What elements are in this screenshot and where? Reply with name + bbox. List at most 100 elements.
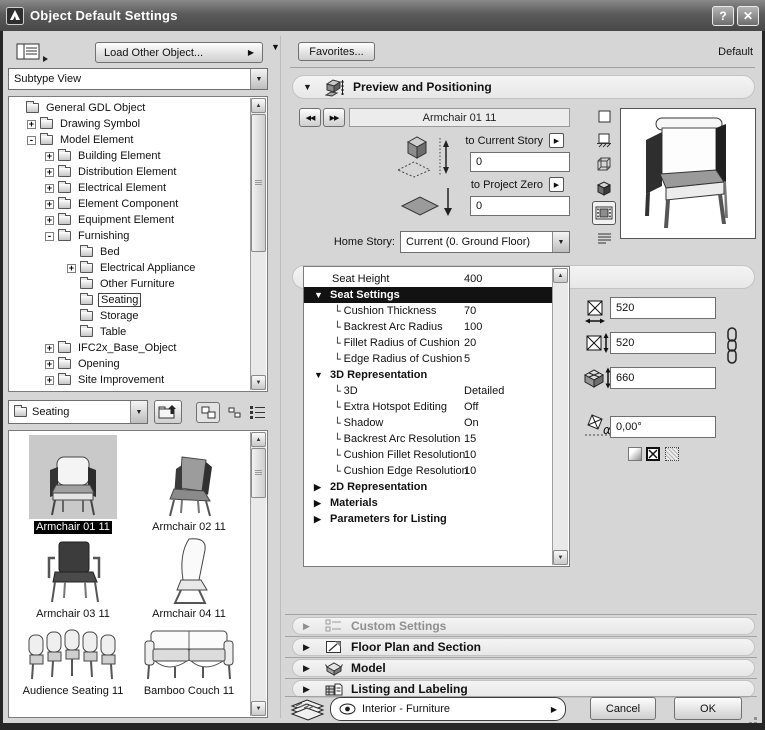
view-list-button[interactable]: [246, 402, 268, 422]
to-current-story-flyout[interactable]: ▶: [549, 133, 564, 148]
tree-item[interactable]: +Equipment Element: [9, 212, 267, 228]
tree-item[interactable]: +Drawing Symbol: [9, 116, 267, 132]
tree-item[interactable]: General GDL Object: [9, 100, 267, 116]
resize-grip[interactable]: [754, 717, 757, 720]
to-project-zero-flyout[interactable]: ▶: [549, 177, 564, 192]
tree-scrollbar[interactable]: ▲ ▼: [250, 98, 266, 390]
parameter-value[interactable]: 10: [464, 449, 476, 461]
group-arrow-icon[interactable]: ▶: [314, 482, 330, 493]
previous-object-button[interactable]: ◀◀: [299, 108, 321, 127]
ok-button[interactable]: OK: [674, 697, 742, 720]
thumbnail-armchair-02[interactable]: Armchair 02 11: [131, 435, 247, 534]
parameter-group-3d-representation[interactable]: ▼3D Representation: [304, 367, 554, 383]
parameter-value[interactable]: Detailed: [464, 385, 504, 397]
anchor-option-gradient[interactable]: [628, 447, 642, 461]
tree-expander-icon[interactable]: -: [27, 136, 36, 145]
section-header-model[interactable]: ▶ Model: [292, 659, 755, 677]
group-arrow-icon[interactable]: ▼: [314, 370, 330, 380]
tree-expander-icon[interactable]: +: [45, 184, 54, 193]
group-arrow-icon[interactable]: ▶: [314, 514, 330, 525]
collapse-arrow-icon[interactable]: ▶: [303, 642, 325, 653]
help-button[interactable]: ?: [712, 6, 734, 26]
parameter-row[interactable]: └Cushion Thickness70: [304, 303, 554, 319]
dropdown-arrow-icon[interactable]: ▼: [250, 69, 267, 89]
preview-mode-3d-wireframe-button[interactable]: [593, 154, 615, 174]
tree-item[interactable]: -Model Element: [9, 132, 267, 148]
tree-item[interactable]: +Element Component: [9, 196, 267, 212]
collapse-arrow-icon[interactable]: ▶: [303, 684, 325, 695]
tree-expander-icon[interactable]: +: [45, 200, 54, 209]
parameter-row[interactable]: └Edge Radius of Cushion5: [304, 351, 554, 367]
scroll-down-button[interactable]: ▼: [251, 375, 266, 390]
to-project-zero-input[interactable]: 0: [470, 196, 570, 216]
group-arrow-icon[interactable]: ▼: [314, 290, 330, 300]
tree-item-seating[interactable]: Seating: [9, 292, 267, 308]
scroll-thumb[interactable]: [251, 114, 266, 252]
dimension-width-input[interactable]: 520: [610, 297, 716, 319]
parameter-value[interactable]: 10: [464, 465, 476, 477]
thumbnail-armchair-01[interactable]: Armchair 01 11: [15, 435, 131, 534]
tree-expander-icon[interactable]: +: [45, 168, 54, 177]
subtype-view-select[interactable]: Subtype View ▼: [8, 68, 268, 90]
title-bar[interactable]: Object Default Settings ? ✕: [0, 0, 765, 31]
tree-item[interactable]: Table: [9, 324, 267, 340]
parameter-row[interactable]: └Backrest Arc Resolution15: [304, 431, 554, 447]
parameter-row[interactable]: └3DDetailed: [304, 383, 554, 399]
tree-expander-icon[interactable]: +: [45, 360, 54, 369]
view-small-icons-button[interactable]: [226, 404, 242, 420]
thumbnail-bamboo-couch[interactable]: Bamboo Couch 11: [131, 621, 247, 698]
favorites-button[interactable]: Favorites...: [298, 42, 375, 61]
thumbnail-armchair-03[interactable]: Armchair 03 11: [15, 534, 131, 621]
tree-item[interactable]: Bed: [9, 244, 267, 260]
view-large-icons-button[interactable]: [196, 402, 220, 423]
dropdown-arrow-icon[interactable]: ▼: [552, 232, 569, 252]
parameter-row[interactable]: └Extra Hotspot EditingOff: [304, 399, 554, 415]
tree-item[interactable]: +IFC2x_Base_Object: [9, 340, 267, 356]
parameter-row[interactable]: └Fillet Radius of Cushion20: [304, 335, 554, 351]
collapse-arrow-icon[interactable]: ▼: [303, 82, 325, 92]
thumbnail-armchair-04[interactable]: Armchair 04 11: [131, 534, 247, 621]
dimension-height-input[interactable]: 660: [610, 367, 716, 389]
tree-item[interactable]: +Electrical Appliance: [9, 260, 267, 276]
parameter-row[interactable]: └Cushion Fillet Resolution10: [304, 447, 554, 463]
tree-expander-icon[interactable]: +: [45, 216, 54, 225]
preview-mode-3d-shaded-button[interactable]: [593, 178, 615, 198]
tree-item[interactable]: +Opening: [9, 356, 267, 372]
scroll-down-button[interactable]: ▼: [251, 701, 266, 716]
parameter-value[interactable]: 70: [464, 305, 476, 317]
tree-item[interactable]: -Furnishing: [9, 228, 267, 244]
tree-expander-icon[interactable]: +: [67, 264, 76, 273]
tree-item[interactable]: Storage: [9, 308, 267, 324]
up-one-level-button[interactable]: [154, 400, 182, 424]
section-header-floor-plan-section[interactable]: ▶ Floor Plan and Section: [292, 638, 755, 656]
scroll-up-button[interactable]: ▲: [553, 268, 568, 283]
preview-mode-picture-button[interactable]: [592, 201, 616, 225]
chain-link-icon[interactable]: [726, 327, 738, 365]
folder-select[interactable]: Seating ▼: [8, 400, 148, 424]
tree-item[interactable]: +Distribution Element: [9, 164, 267, 180]
panel-splitter-arrow[interactable]: ▼: [271, 42, 280, 52]
tree-expander-icon[interactable]: -: [45, 232, 54, 241]
next-object-button[interactable]: ▶▶: [323, 108, 345, 127]
close-button[interactable]: ✕: [737, 6, 759, 26]
parameter-value[interactable]: Off: [464, 401, 478, 413]
tree-item[interactable]: +Electrical Element: [9, 180, 267, 196]
dimension-depth-input[interactable]: 520: [610, 332, 716, 354]
section-header-preview-positioning[interactable]: ▼ Preview and Positioning: [292, 75, 755, 99]
tree-expander-icon[interactable]: +: [45, 152, 54, 161]
scroll-thumb[interactable]: [251, 448, 266, 498]
parameter-group-parameters-for-listing[interactable]: ▶Parameters for Listing: [304, 511, 554, 527]
preview-mode-description-button[interactable]: [593, 228, 615, 248]
load-other-object-button[interactable]: Load Other Object... ▶: [95, 42, 263, 63]
parameter-row[interactable]: Seat Height400: [304, 271, 554, 287]
tree-expander-icon[interactable]: +: [27, 120, 36, 129]
browser-scrollbar[interactable]: ▲ ▼: [250, 432, 266, 716]
collapse-arrow-icon[interactable]: ▶: [303, 621, 325, 632]
to-current-story-input[interactable]: 0: [470, 152, 570, 172]
scroll-up-button[interactable]: ▲: [251, 98, 266, 113]
preview-mode-2d-symbol-button[interactable]: [593, 106, 615, 126]
dropdown-arrow-icon[interactable]: ▼: [130, 401, 147, 423]
parameter-value[interactable]: 5: [464, 353, 470, 365]
tree-item[interactable]: Other Furniture: [9, 276, 267, 292]
rotation-angle-input[interactable]: 0,00°: [610, 416, 716, 438]
